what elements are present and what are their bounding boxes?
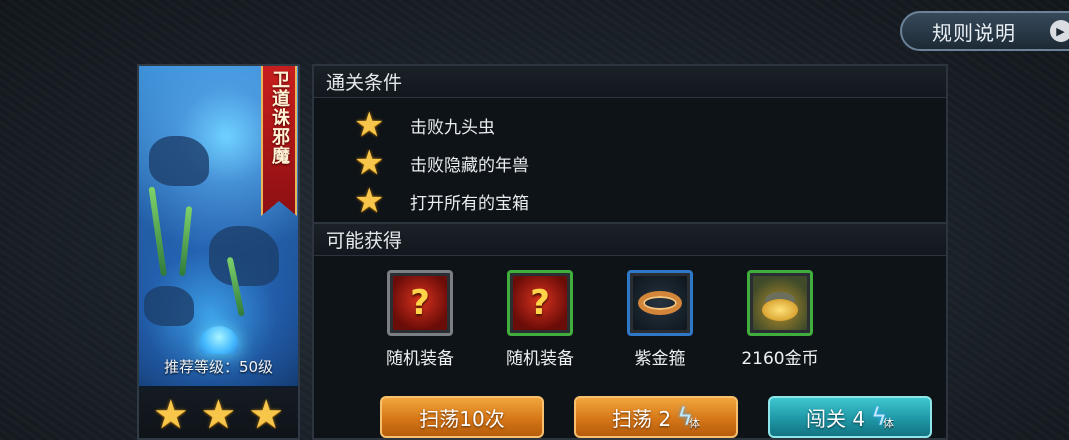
sweep-10-label: 扫荡10次 bbox=[419, 406, 505, 431]
condition-item: ★ 打开所有的宝箱 bbox=[314, 182, 946, 220]
rules-button-label: 规则说明 bbox=[932, 20, 1016, 45]
star-icon: ★ bbox=[248, 392, 285, 438]
recommend-level: 推荐等级：50级 bbox=[163, 358, 274, 376]
condition-text: 击败隐藏的年兽 bbox=[410, 155, 529, 176]
reward-frame bbox=[747, 270, 813, 336]
gold-coins-icon bbox=[753, 276, 807, 330]
challenge-button[interactable]: 闯关 4 ϟ体 bbox=[768, 396, 932, 438]
stamina-icon: ϟ体 bbox=[677, 403, 700, 431]
stamina-icon: ϟ体 bbox=[871, 403, 894, 431]
conditions-list: ★ 击败九头虫 ★ 击败隐藏的年兽 ★ 打开所有的宝箱 bbox=[314, 98, 946, 224]
reward-label: 紫金箍 bbox=[634, 349, 686, 369]
jellyfish-art bbox=[199, 326, 239, 354]
reward-label: 随机装备 bbox=[506, 349, 574, 369]
reward-item[interactable]: 紫金箍 bbox=[600, 270, 720, 369]
reward-frame: ? bbox=[387, 270, 453, 336]
stage-card: 卫道诛邪魔 推荐等级：50级 ★ ★ ★ bbox=[137, 64, 300, 440]
star-icon: ★ bbox=[354, 143, 385, 183]
condition-item: ★ 击败隐藏的年兽 bbox=[314, 144, 946, 182]
reward-item[interactable]: ? 随机装备 bbox=[480, 270, 600, 369]
condition-text: 击败九头虫 bbox=[410, 117, 495, 138]
conditions-header: 通关条件 bbox=[314, 66, 946, 98]
challenge-label: 闯关 4 bbox=[806, 406, 866, 431]
rewards-list: ? 随机装备 ? 随机装备 紫金箍 2160金币 bbox=[314, 256, 946, 369]
reward-item[interactable]: ? 随机装备 bbox=[360, 270, 480, 369]
reward-label: 随机装备 bbox=[386, 349, 454, 369]
sweep-button[interactable]: 扫荡 2 ϟ体 bbox=[574, 396, 738, 438]
stage-title-banner: 卫道诛邪魔 bbox=[261, 66, 297, 216]
stage-title: 卫道诛邪魔 bbox=[269, 70, 290, 165]
reward-label: 2160金币 bbox=[741, 349, 819, 369]
reward-frame: ? bbox=[507, 270, 573, 336]
stage-star-rating: ★ ★ ★ bbox=[139, 388, 298, 438]
condition-item: ★ 击败九头虫 bbox=[314, 106, 946, 144]
golden-ring-icon bbox=[633, 276, 687, 330]
random-equipment-icon: ? bbox=[513, 276, 567, 330]
rules-button[interactable]: 规则说明 ▶ bbox=[900, 11, 1069, 51]
random-equipment-icon: ? bbox=[393, 276, 447, 330]
reward-item[interactable]: 2160金币 bbox=[720, 270, 840, 369]
reward-frame bbox=[627, 270, 693, 336]
sweep-label: 扫荡 2 bbox=[612, 406, 672, 431]
condition-text: 打开所有的宝箱 bbox=[410, 193, 529, 214]
sweep-10-button[interactable]: 扫荡10次 bbox=[380, 396, 544, 438]
star-icon: ★ bbox=[354, 105, 385, 145]
star-icon: ★ bbox=[152, 392, 189, 438]
star-icon: ★ bbox=[200, 392, 237, 438]
star-icon: ★ bbox=[354, 181, 385, 221]
stage-info-panel: 通关条件 ★ 击败九头虫 ★ 击败隐藏的年兽 ★ 打开所有的宝箱 可能获得 ? … bbox=[312, 64, 948, 440]
rewards-header: 可能获得 bbox=[314, 224, 946, 256]
play-arrow-icon: ▶ bbox=[1050, 20, 1069, 42]
